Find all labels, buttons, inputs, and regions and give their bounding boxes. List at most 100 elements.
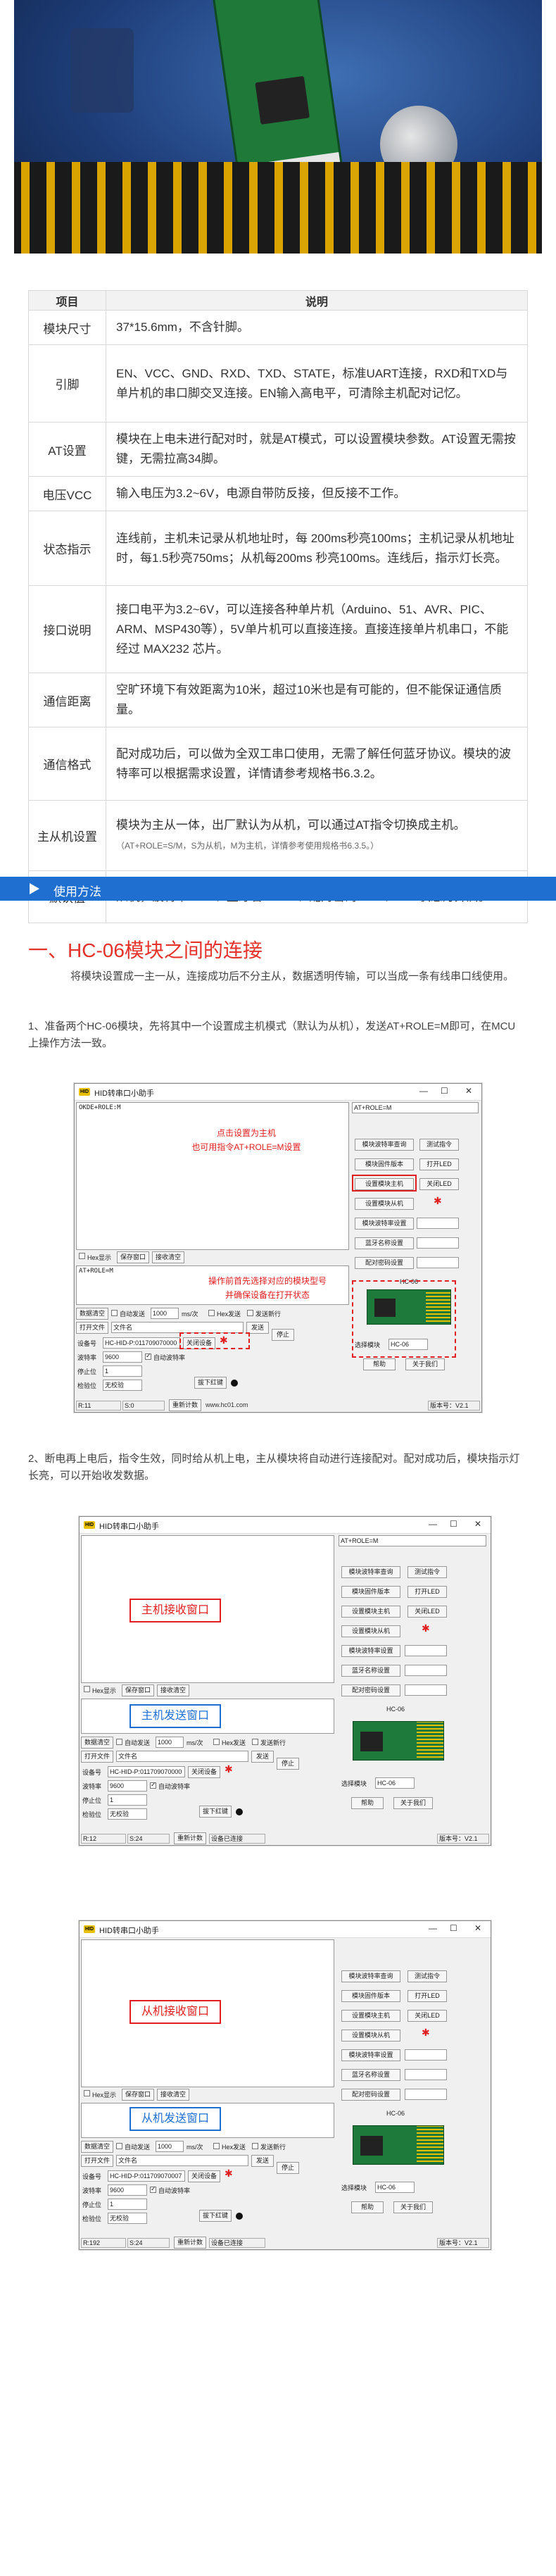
data-clear-button[interactable]: 数据清空: [76, 1308, 108, 1320]
set-slave-button[interactable]: 设置模块从机: [355, 1198, 414, 1210]
set-slave-button[interactable]: 设置模块从机: [341, 2030, 400, 2042]
set-master-button[interactable]: 设置模块主机: [341, 2010, 400, 2022]
open-led-button[interactable]: 打开LED: [407, 1586, 447, 1598]
hex-send-checkbox[interactable]: [208, 1310, 215, 1316]
interval-input[interactable]: 1000: [156, 2141, 184, 2152]
stop-bit-select[interactable]: 1: [108, 2199, 147, 2210]
baud-select[interactable]: 9600: [108, 1780, 147, 1792]
hex-send-checkbox[interactable]: [213, 1739, 220, 1745]
check-bit-select[interactable]: 无校验: [108, 2213, 147, 2224]
open-file-button[interactable]: 打开文件: [81, 1751, 113, 1763]
pin-set-button[interactable]: 配对密码设置: [341, 2089, 400, 2101]
name-set-button[interactable]: 蓝牙名称设置: [341, 2069, 400, 2081]
name-set-input[interactable]: [405, 2069, 447, 2080]
auto-send-checkbox[interactable]: [111, 1310, 118, 1316]
hex-show-checkbox[interactable]: [84, 2090, 90, 2096]
unplug-button[interactable]: 拔下红键: [199, 2210, 232, 2222]
pin-set-button[interactable]: 配对密码设置: [341, 1684, 400, 1696]
test-command-button[interactable]: 测试指令: [407, 1970, 447, 1982]
minimize-icon[interactable]: —: [429, 1923, 437, 1933]
reset-count-button[interactable]: 重新计数: [174, 1832, 206, 1844]
auto-send-checkbox[interactable]: [116, 1739, 122, 1745]
close-device-button[interactable]: 关闭设备: [188, 2170, 220, 2182]
file-name-input[interactable]: 文件名: [111, 1322, 244, 1333]
pin-set-input[interactable]: [405, 1684, 447, 1696]
device-select[interactable]: HC-HID-P:011709070000: [108, 1766, 185, 1777]
test-command-button[interactable]: 测试指令: [407, 1566, 447, 1578]
name-set-input[interactable]: [405, 1665, 447, 1676]
set-master-button[interactable]: 设置模块主机: [341, 1606, 400, 1618]
maximize-icon[interactable]: ☐: [450, 1519, 457, 1529]
about-button[interactable]: 关于我们: [405, 1358, 445, 1370]
send-button[interactable]: 发送: [251, 1751, 274, 1763]
website-link[interactable]: www.hc01.com: [204, 1401, 345, 1411]
set-slave-button[interactable]: 设置模块从机: [341, 1625, 400, 1637]
firmware-version-button[interactable]: 模块固件版本: [355, 1158, 414, 1170]
stop-bit-select[interactable]: 1: [103, 1365, 142, 1377]
reset-count-button[interactable]: 重新计数: [169, 1399, 201, 1411]
baud-set-button[interactable]: 模块波特率设置: [355, 1218, 414, 1230]
receive-area[interactable]: OKDE+ROLE:M: [76, 1102, 349, 1250]
model-select[interactable]: HC-06: [375, 2182, 415, 2193]
auto-baud-checkbox[interactable]: [150, 2185, 156, 2193]
close-icon[interactable]: ✕: [465, 1086, 472, 1096]
open-file-button[interactable]: 打开文件: [81, 2155, 113, 2167]
close-icon[interactable]: ✕: [474, 1923, 481, 1933]
data-clear-button[interactable]: 数据清空: [81, 2141, 113, 2153]
save-window-button[interactable]: 保存窗口: [117, 1251, 149, 1263]
close-led-button[interactable]: 关闭LED: [419, 1178, 459, 1190]
baud-set-button[interactable]: 模块波特率设置: [341, 2049, 400, 2061]
close-icon[interactable]: ✕: [474, 1519, 481, 1529]
auto-baud-checkbox[interactable]: [150, 1781, 156, 1789]
hex-send-checkbox[interactable]: [213, 2143, 220, 2149]
about-button[interactable]: 关于我们: [393, 1797, 433, 1809]
send-button[interactable]: 发送: [251, 2155, 274, 2167]
test-command-button[interactable]: 测试指令: [419, 1139, 459, 1151]
about-button[interactable]: 关于我们: [393, 2201, 433, 2213]
newline-checkbox[interactable]: [247, 1310, 253, 1316]
minimize-icon[interactable]: —: [429, 1519, 437, 1529]
pin-set-button[interactable]: 配对密码设置: [355, 1257, 414, 1269]
file-name-input[interactable]: 文件名: [116, 1751, 248, 1762]
interval-input[interactable]: 1000: [156, 1737, 184, 1748]
pin-set-input[interactable]: [417, 1257, 459, 1268]
baud-set-input[interactable]: [405, 1645, 447, 1656]
clear-receive-button[interactable]: 接收清空: [157, 2089, 189, 2101]
open-led-button[interactable]: 打开LED: [407, 1990, 447, 2002]
stop-bit-select[interactable]: 1: [108, 1794, 147, 1806]
help-button[interactable]: 帮助: [351, 1797, 384, 1809]
baud-set-input[interactable]: [405, 2049, 447, 2061]
pin-set-input[interactable]: [405, 2089, 447, 2100]
newline-checkbox[interactable]: [252, 2143, 258, 2149]
auto-baud-checkbox[interactable]: [145, 1352, 151, 1360]
hex-show-checkbox[interactable]: [79, 1253, 85, 1259]
maximize-icon[interactable]: ☐: [441, 1086, 448, 1096]
baud-select[interactable]: 9600: [103, 1351, 142, 1363]
auto-send-checkbox[interactable]: [116, 2143, 122, 2149]
reset-count-button[interactable]: 重新计数: [174, 2237, 206, 2249]
clear-receive-button[interactable]: 接收清空: [152, 1251, 184, 1263]
close-device-button[interactable]: 关闭设备: [188, 1766, 220, 1778]
close-led-button[interactable]: 关闭LED: [407, 1606, 447, 1618]
query-baud-button[interactable]: 模块波特率查询: [341, 1970, 400, 1982]
device-select[interactable]: HC-HID-P:011709070000: [103, 1337, 180, 1349]
open-led-button[interactable]: 打开LED: [419, 1158, 459, 1170]
stop-button[interactable]: 停止: [277, 2162, 299, 2174]
check-bit-select[interactable]: 无校验: [103, 1380, 142, 1391]
hex-show-checkbox[interactable]: [84, 1686, 90, 1692]
stop-button[interactable]: 停止: [272, 1329, 294, 1341]
stop-button[interactable]: 停止: [277, 1758, 299, 1770]
file-name-input[interactable]: 文件名: [116, 2155, 248, 2166]
name-set-input[interactable]: [417, 1237, 459, 1249]
help-button[interactable]: 帮助: [363, 1358, 396, 1370]
query-baud-button[interactable]: 模块波特率查询: [341, 1566, 400, 1578]
check-bit-select[interactable]: 无校验: [108, 1808, 147, 1820]
clear-receive-button[interactable]: 接收清空: [157, 1684, 189, 1696]
unplug-button[interactable]: 拔下红键: [194, 1377, 227, 1389]
device-select[interactable]: HC-HID-P:011709070007: [108, 2170, 185, 2182]
help-button[interactable]: 帮助: [351, 2201, 384, 2213]
save-window-button[interactable]: 保存窗口: [122, 1684, 154, 1696]
firmware-version-button[interactable]: 模块固件版本: [341, 1990, 400, 2002]
baud-select[interactable]: 9600: [108, 2184, 147, 2196]
query-baud-button[interactable]: 模块波特率查询: [355, 1139, 414, 1151]
